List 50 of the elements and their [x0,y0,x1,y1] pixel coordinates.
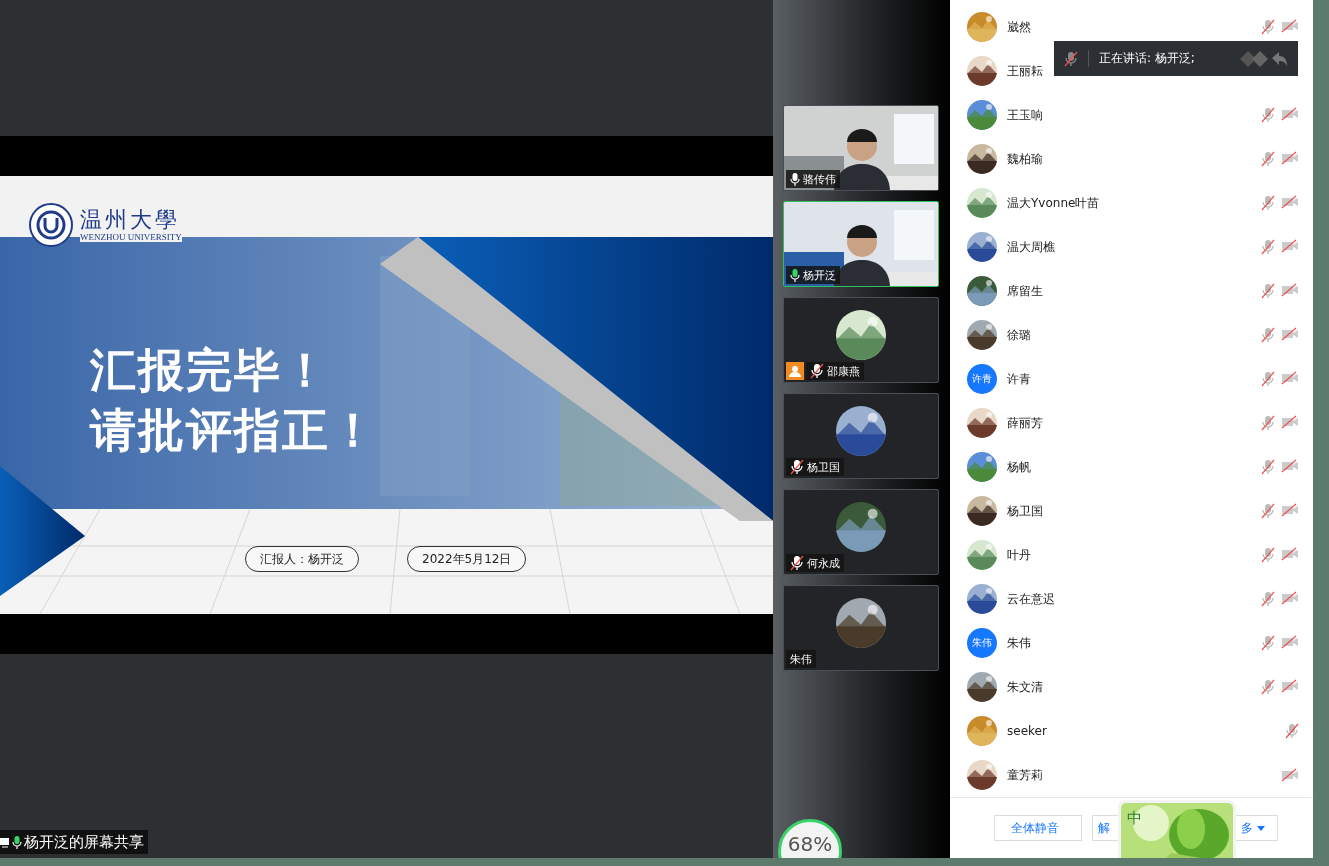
microphone-icon [12,835,22,849]
participant-name: seeker [1007,724,1048,738]
reply-icon[interactable] [1238,48,1288,69]
screen-icon [0,836,10,848]
university-name: 温州大學 [80,207,181,233]
participant-name: 温大周樵 [1007,238,1056,256]
participant-name-tag: 杨开泛 [786,266,840,284]
caret-icon [1257,825,1265,831]
participant-name: 叶丹 [1007,546,1032,564]
participant-name: 王玉响 [1007,106,1044,124]
participant-name: 许青 [1007,370,1032,388]
participant-name-tag: 朱伟 [786,650,816,668]
participant-name: 朱文清 [1007,678,1044,696]
video-tile[interactable]: 杨开泛 [783,201,939,287]
speaking-toast: 正在讲话: 杨开泛; [1054,41,1298,76]
participant-name: 杨帆 [1007,458,1032,476]
video-tile[interactable]: 杨卫国 [783,393,939,479]
slide-title: 汇报完毕！ [90,342,331,399]
avatar-initials: 朱伟 [967,628,997,658]
network-gauge: 68% [778,819,842,858]
participant-name: 杨卫国 [1007,502,1044,520]
slide-caption: 2022年5月12日 [407,546,527,572]
video-tile[interactable]: 朱伟 [783,585,939,671]
slide-caption: 汇报人：杨开泛 [245,546,359,572]
participant-name-tag: 杨卫国 [786,458,844,476]
video-tile[interactable]: 何永成 [783,489,939,575]
video-tile[interactable]: 邵康燕 [783,297,939,383]
muted-microphone-icon [1064,50,1078,67]
university-subtitle: WENZHOU UNIVERSITY [80,232,182,243]
slide-title: 请批评指正！ [90,402,379,459]
participant-name: 温大Yvonne叶苗 [1007,194,1101,212]
participant-name: 童芳莉 [1007,766,1044,784]
participant-name: 席留生 [1007,282,1044,300]
participant-name: 薛丽芳 [1007,414,1044,432]
input-mode: 中 [1127,809,1142,828]
participant-name: 魏柏瑜 [1007,150,1044,168]
participant-name-tag: 邵康燕 [806,362,864,380]
participant-name: 崴然 [1007,18,1032,36]
screen-share-label: 杨开泛的屏幕共享 [0,830,148,854]
participant-name-tag: 何永成 [786,554,844,572]
participant-name: 云在意迟 [1007,590,1056,608]
avatar-initials: 许青 [967,364,997,394]
participant-name: 徐璐 [1007,326,1032,344]
participant-name: 朱伟 [1007,634,1032,652]
participant-name-tag: 骆传伟 [786,170,840,188]
university-emblem-icon [28,202,74,248]
participant-name: 王丽耘 [1007,62,1044,80]
video-tile[interactable]: 骆传伟 [783,105,939,191]
input-method-menu[interactable]: 中 [1118,800,1236,858]
footer-button[interactable]: 全体静音 [994,815,1082,841]
